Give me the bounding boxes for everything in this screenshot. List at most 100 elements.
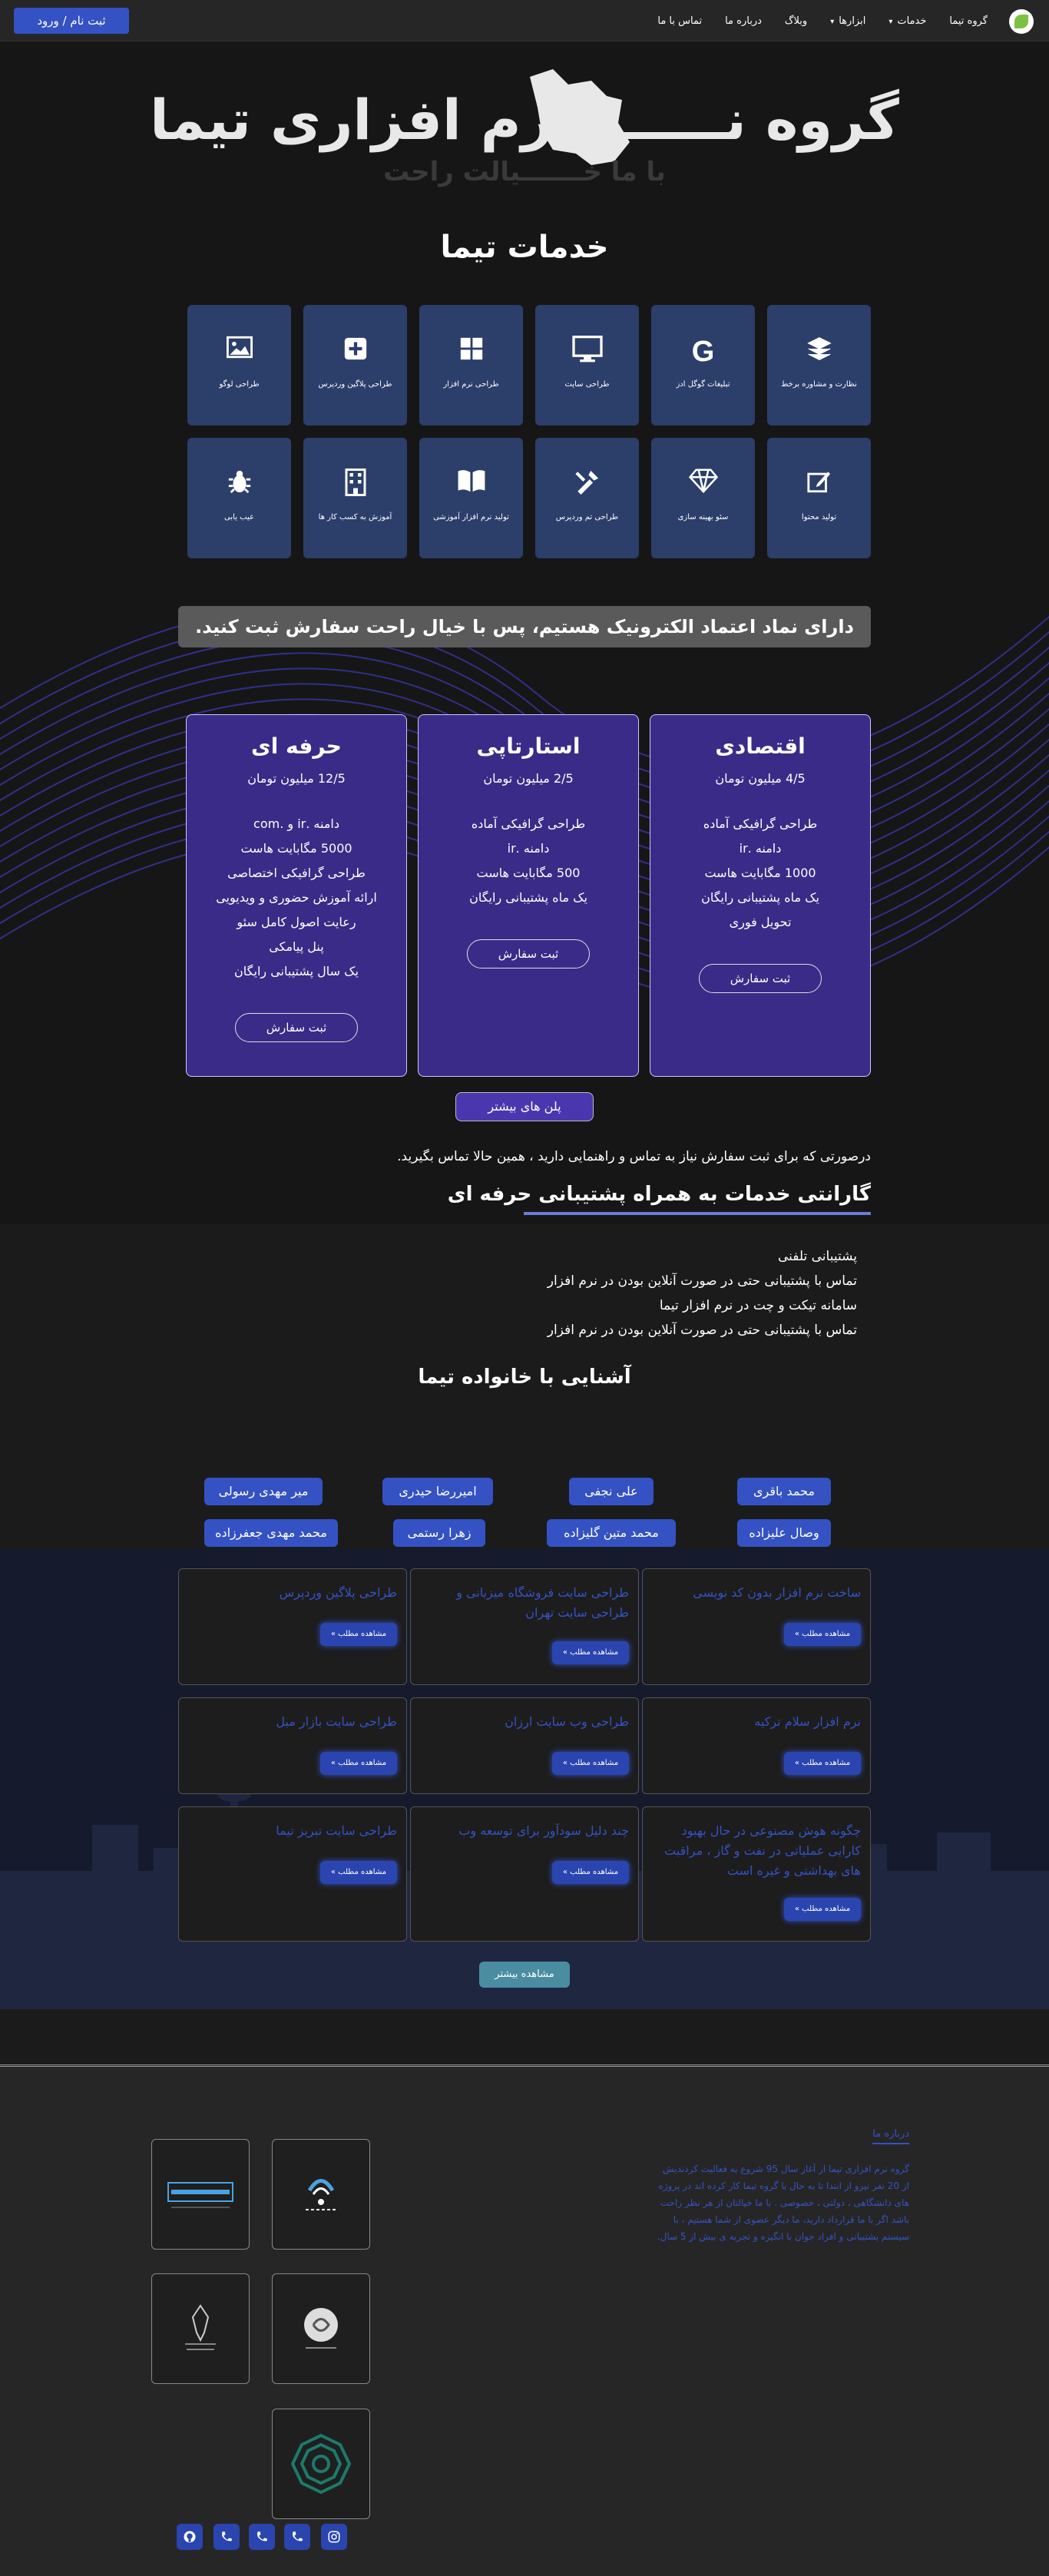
image-icon [187, 336, 291, 362]
service-label: طراحی تم وردپرس [555, 513, 619, 521]
team-member[interactable]: محمد باقری [737, 1478, 831, 1505]
read-post-button[interactable]: مشاهده مطلب » [552, 1641, 629, 1664]
bug-icon [187, 469, 291, 498]
nezam-senfi-badge[interactable] [272, 2409, 370, 2519]
service-tile-seo[interactable]: سئو بهینه سازی [651, 438, 755, 558]
phone-icon[interactable] [213, 2524, 240, 2550]
team-member[interactable]: امیررضا حیدری [382, 1478, 493, 1505]
service-tile-debugging[interactable]: عیب یابی [187, 438, 291, 558]
site-logo[interactable] [1009, 9, 1034, 34]
plan-feature: طراحی گرافیکی آماده [703, 816, 818, 831]
plan-price: 2/5 میلیون تومان [483, 771, 574, 786]
post-title[interactable]: نرم افزار سلام ترکیه [654, 1712, 861, 1732]
guarantee-item: پشتیبانی تلفنی [777, 1249, 857, 1264]
plan-feature: 5000 مگابایت هاست [240, 841, 352, 856]
windows-icon [419, 336, 523, 365]
monitor-icon [535, 336, 639, 366]
enamad-badge[interactable] [151, 2139, 250, 2250]
order-button[interactable]: ثبت سفارش [467, 939, 590, 968]
plan-features: دامنه .ir و .com 5000 مگابایت هاست طراحی… [187, 812, 406, 984]
service-label: نظارت و مشاوره برخط [781, 380, 857, 389]
service-label: طراحی پلاگین وردپرس [318, 380, 392, 389]
phone-icon[interactable] [284, 2524, 310, 2550]
service-tile-edu-software[interactable]: تولید نرم افزار آموزشی [419, 438, 523, 558]
guarantee-underline [524, 1212, 871, 1215]
hero-title: گروه نـــــــــرم افزاری تیما [150, 88, 899, 152]
post-card[interactable]: چند دلیل سودآور برای توسعه وب مشاهده مطل… [410, 1806, 639, 1942]
post-title[interactable]: ساخت نرم افزار بدون کد نویسی [654, 1583, 861, 1603]
plan-feature: دامنه .ir [507, 841, 550, 856]
post-card[interactable]: طراحی سایت بازار مبل مشاهده مطلب » [178, 1697, 407, 1794]
service-tile-wp-theme[interactable]: طراحی تم وردپرس [535, 438, 639, 558]
building-icon [303, 469, 407, 499]
read-post-button[interactable]: مشاهده مطلب » [320, 1861, 397, 1884]
service-label: تبلیغات گوگل ادز [676, 380, 730, 389]
see-more-button[interactable]: مشاهده بیشتر [479, 1962, 570, 1988]
plan-price: 12/5 میلیون تومان [247, 771, 346, 786]
service-tile-website[interactable]: طراحی سایت [535, 305, 639, 425]
team-member[interactable]: علی نجفی [569, 1478, 654, 1505]
post-card[interactable]: طراحی پلاگین وردپرس مشاهده مطلب » [178, 1568, 407, 1685]
read-post-button[interactable]: مشاهده مطلب » [552, 1752, 629, 1775]
post-title[interactable]: طراحی سایت تبریز تیما [190, 1821, 397, 1841]
nav-services[interactable]: خدمات [889, 15, 926, 27]
post-card[interactable]: چگونه هوش مصنوعی در حال بهبود کارایی عمل… [642, 1806, 871, 1942]
service-label: طراحی سایت [564, 380, 610, 389]
service-tile-business-training[interactable]: آموزش به کسب کار ها [303, 438, 407, 558]
read-post-button[interactable]: مشاهده مطلب » [552, 1861, 629, 1884]
team-member[interactable]: زهرا رستمی [393, 1519, 485, 1547]
more-plans-button[interactable]: پلن های بیشتر [455, 1092, 594, 1121]
google-icon: G [691, 336, 715, 368]
plan-feature: پنل پیامکی [269, 939, 324, 954]
post-title[interactable]: طراحی وب سایت ارزان [422, 1712, 629, 1732]
post-card[interactable]: طراحی سایت تبریز تیما مشاهده مطلب » [178, 1806, 407, 1942]
post-title[interactable]: چگونه هوش مصنوعی در حال بهبود کارایی عمل… [654, 1821, 861, 1881]
nav-tools[interactable]: ابزارها [830, 15, 865, 27]
plan-feature: یک ماه پشتیبانی رایگان [701, 890, 819, 905]
nav-blog[interactable]: وبلاگ [785, 15, 807, 27]
read-post-button[interactable]: مشاهده مطلب » [784, 1752, 861, 1775]
plan-feature: یک سال پشتیبانی رایگان [234, 964, 359, 978]
read-post-button[interactable]: مشاهده مطلب » [784, 1623, 861, 1646]
samandehi-badge[interactable] [272, 2273, 370, 2384]
guarantee-item: سامانه تیکت و چت در نرم افزار تیما [659, 1298, 857, 1313]
plan-price: 4/5 میلیون تومان [715, 771, 806, 786]
post-title[interactable]: طراحی سایت فروشگاه میزبانی و طراحی سایت … [422, 1583, 629, 1623]
post-card[interactable]: نرم افزار سلام ترکیه مشاهده مطلب » [642, 1697, 871, 1794]
github-icon[interactable] [177, 2524, 203, 2550]
read-post-button[interactable]: مشاهده مطلب » [320, 1752, 397, 1775]
ministry-emblem-badge[interactable] [151, 2273, 250, 2384]
guarantee-item: تماس با پشتیبانی حتی در صورت آنلاین بودن… [547, 1323, 857, 1338]
tools-icon [535, 469, 639, 498]
nav-contact[interactable]: تماس با ما [657, 15, 702, 27]
post-card[interactable]: طراحی وب سایت ارزان مشاهده مطلب » [410, 1697, 639, 1794]
phone-icon[interactable] [249, 2524, 275, 2550]
post-title[interactable]: چند دلیل سودآور برای توسعه وب [422, 1821, 629, 1841]
team-member[interactable]: محمد مهدی جعفرزاده [204, 1519, 338, 1547]
nav-brand[interactable]: گروه تیما [949, 15, 988, 27]
read-post-button[interactable]: مشاهده مطلب » [784, 1898, 861, 1921]
service-tile-monitoring[interactable]: نظارت و مشاوره برخط [767, 305, 871, 425]
read-post-button[interactable]: مشاهده مطلب » [320, 1623, 397, 1646]
login-button[interactable]: ثبت نام / ورود [14, 8, 129, 34]
team-member[interactable]: محمد متین گلیزاده [547, 1519, 676, 1547]
service-tile-logo[interactable]: طراحی لوگو [187, 305, 291, 425]
service-tile-wp-plugin[interactable]: طراحی پلاگین وردپرس [303, 305, 407, 425]
post-card[interactable]: ساخت نرم افزار بدون کد نویسی مشاهده مطلب… [642, 1568, 871, 1685]
guarantee-title: گارانتی خدمات به همراه پشتیبانی حرفه ای [447, 1183, 871, 1206]
nav-about[interactable]: درباره ما [725, 15, 762, 27]
team-member[interactable]: وصال علیزاده [737, 1519, 831, 1547]
order-button[interactable]: ثبت سفارش [699, 964, 822, 993]
top-navbar: گروه تیما خدمات ابزارها وبلاگ درباره ما … [0, 0, 1049, 41]
team-member[interactable]: میر مهدی رسولی [204, 1478, 323, 1505]
service-tile-content[interactable]: تولید محتوا [767, 438, 871, 558]
post-title[interactable]: طراحی پلاگین وردپرس [190, 1583, 397, 1603]
post-title[interactable]: طراحی سایت بازار مبل [190, 1712, 397, 1732]
namad-badge[interactable] [272, 2139, 370, 2250]
plan-card-pro: حرفه ای 12/5 میلیون تومان دامنه .ir و .c… [186, 714, 407, 1077]
service-tile-google-ads[interactable]: G تبلیغات گوگل ادز [651, 305, 755, 425]
service-tile-software[interactable]: طراحی نرم افزار [419, 305, 523, 425]
post-card[interactable]: طراحی سایت فروشگاه میزبانی و طراحی سایت … [410, 1568, 639, 1685]
instagram-icon[interactable] [321, 2524, 347, 2550]
order-button[interactable]: ثبت سفارش [235, 1013, 358, 1042]
